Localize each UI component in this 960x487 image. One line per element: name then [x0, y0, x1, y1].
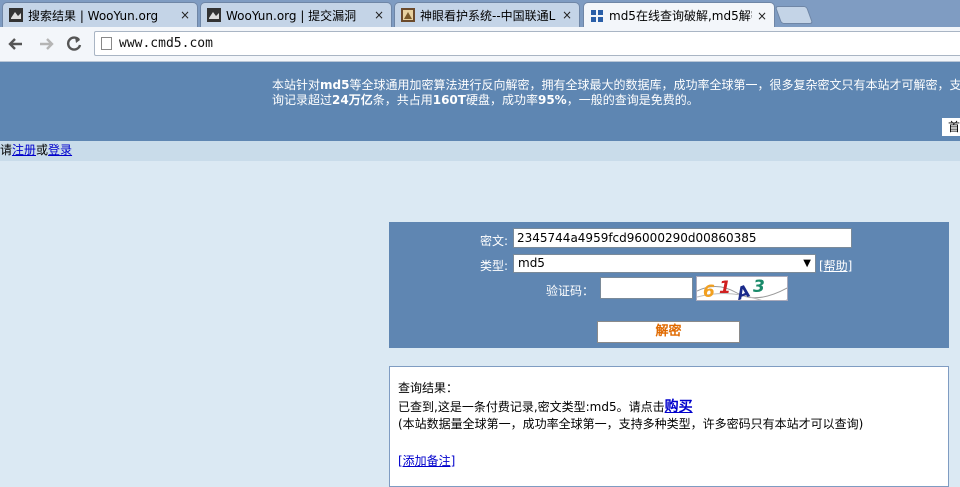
type-label: 类型:: [480, 259, 509, 273]
captcha-image[interactable]: 6 1 A 3: [696, 276, 788, 301]
home-nav-tab[interactable]: 首: [942, 118, 960, 136]
tab-label: 神眼看护系统--中国联通L: [420, 8, 556, 23]
unicom-favicon-icon: [401, 8, 415, 22]
captcha-char: 6: [703, 282, 715, 301]
address-bar[interactable]: www.cmd5.com: [94, 31, 960, 56]
login-prefix: 请: [0, 143, 13, 157]
decrypt-button[interactable]: 解密: [597, 321, 740, 343]
buy-link[interactable]: 购买: [665, 399, 693, 415]
captcha-input[interactable]: [600, 277, 693, 299]
result-add-note: [添加备注]: [398, 452, 455, 469]
wooyun-favicon-icon: [207, 8, 221, 22]
url-text: www.cmd5.com: [119, 36, 213, 51]
tab-wooyun-submit[interactable]: WooYun.org | 提交漏洞 ×: [200, 2, 392, 27]
site-notice: 本站针对md5等全球通用加密算法进行反向解密，拥有全球最大的数据库，成功率全球第…: [272, 78, 960, 108]
captcha-label: 验证码：: [546, 284, 595, 298]
cipher-input[interactable]: 2345744a4959fcd96000290d00860385: [513, 228, 852, 248]
close-icon[interactable]: ×: [373, 8, 385, 22]
register-link[interactable]: 注册: [12, 143, 36, 157]
tab-wooyun-search[interactable]: 搜索结果 | WooYun.org ×: [2, 2, 198, 27]
wooyun-favicon-icon: [9, 8, 23, 22]
captcha-char: 1: [719, 278, 731, 298]
forward-arrow-icon[interactable]: [36, 34, 56, 54]
chevron-down-icon: ▼: [803, 258, 811, 269]
decrypt-form: 密文: 2345744a4959fcd96000290d00860385 类型:…: [389, 222, 949, 348]
type-select-value: md5: [518, 256, 545, 270]
result-panel: 查询结果： 已查到,这是一条付费记录,密文类型:md5。请点击购买 (本站数据量…: [389, 366, 949, 487]
reload-icon[interactable]: [64, 34, 84, 54]
cmd5-favicon-icon: [591, 9, 603, 22]
back-arrow-icon[interactable]: [6, 34, 26, 54]
type-select[interactable]: md5 ▼: [513, 254, 816, 273]
close-icon[interactable]: ×: [756, 9, 768, 23]
add-note-link[interactable]: [添加备注]: [398, 454, 455, 468]
site-header: 本站针对md5等全球通用加密算法进行反向解密，拥有全球最大的数据库，成功率全球第…: [0, 62, 960, 141]
login-link[interactable]: 登录: [48, 143, 72, 157]
tab-unicom[interactable]: 神眼看护系统--中国联通L ×: [394, 2, 580, 27]
login-bar: 请注册或登录: [0, 141, 960, 161]
new-tab-button[interactable]: [774, 6, 814, 24]
page-icon: [101, 37, 112, 50]
result-found: 已查到,这是一条付费记录,密文类型:md5。请点击购买: [398, 399, 693, 415]
tab-label: 搜索结果 | WooYun.org: [28, 8, 159, 23]
help-link[interactable]: [帮助]: [819, 257, 852, 274]
result-title: 查询结果：: [398, 381, 459, 395]
browser-toolbar: www.cmd5.com: [0, 27, 960, 62]
result-info: (本站数据量全球第一，成功率全球第一，支持多种类型，许多密码只有本站才可以查询): [398, 417, 864, 431]
notice-line-2: 询记录超过24万亿条，共占用160T硬盘，成功率95%，一般的查询是免费的。: [272, 93, 699, 107]
cipher-label: 密文:: [480, 234, 509, 248]
close-icon[interactable]: ×: [179, 8, 191, 22]
tab-strip: 搜索结果 | WooYun.org × WooYun.org | 提交漏洞 × …: [0, 0, 960, 28]
close-icon[interactable]: ×: [561, 8, 573, 22]
tab-label: md5在线查询破解,md5解密: [609, 9, 752, 23]
login-or: 或: [36, 143, 49, 157]
notice-line-1: 本站针对md5等全球通用加密算法进行反向解密，拥有全球最大的数据库，成功率全球第…: [272, 78, 960, 92]
captcha-char: 3: [753, 277, 765, 297]
tab-label: WooYun.org | 提交漏洞: [226, 8, 357, 23]
tab-cmd5[interactable]: md5在线查询破解,md5解密 ×: [583, 2, 775, 28]
